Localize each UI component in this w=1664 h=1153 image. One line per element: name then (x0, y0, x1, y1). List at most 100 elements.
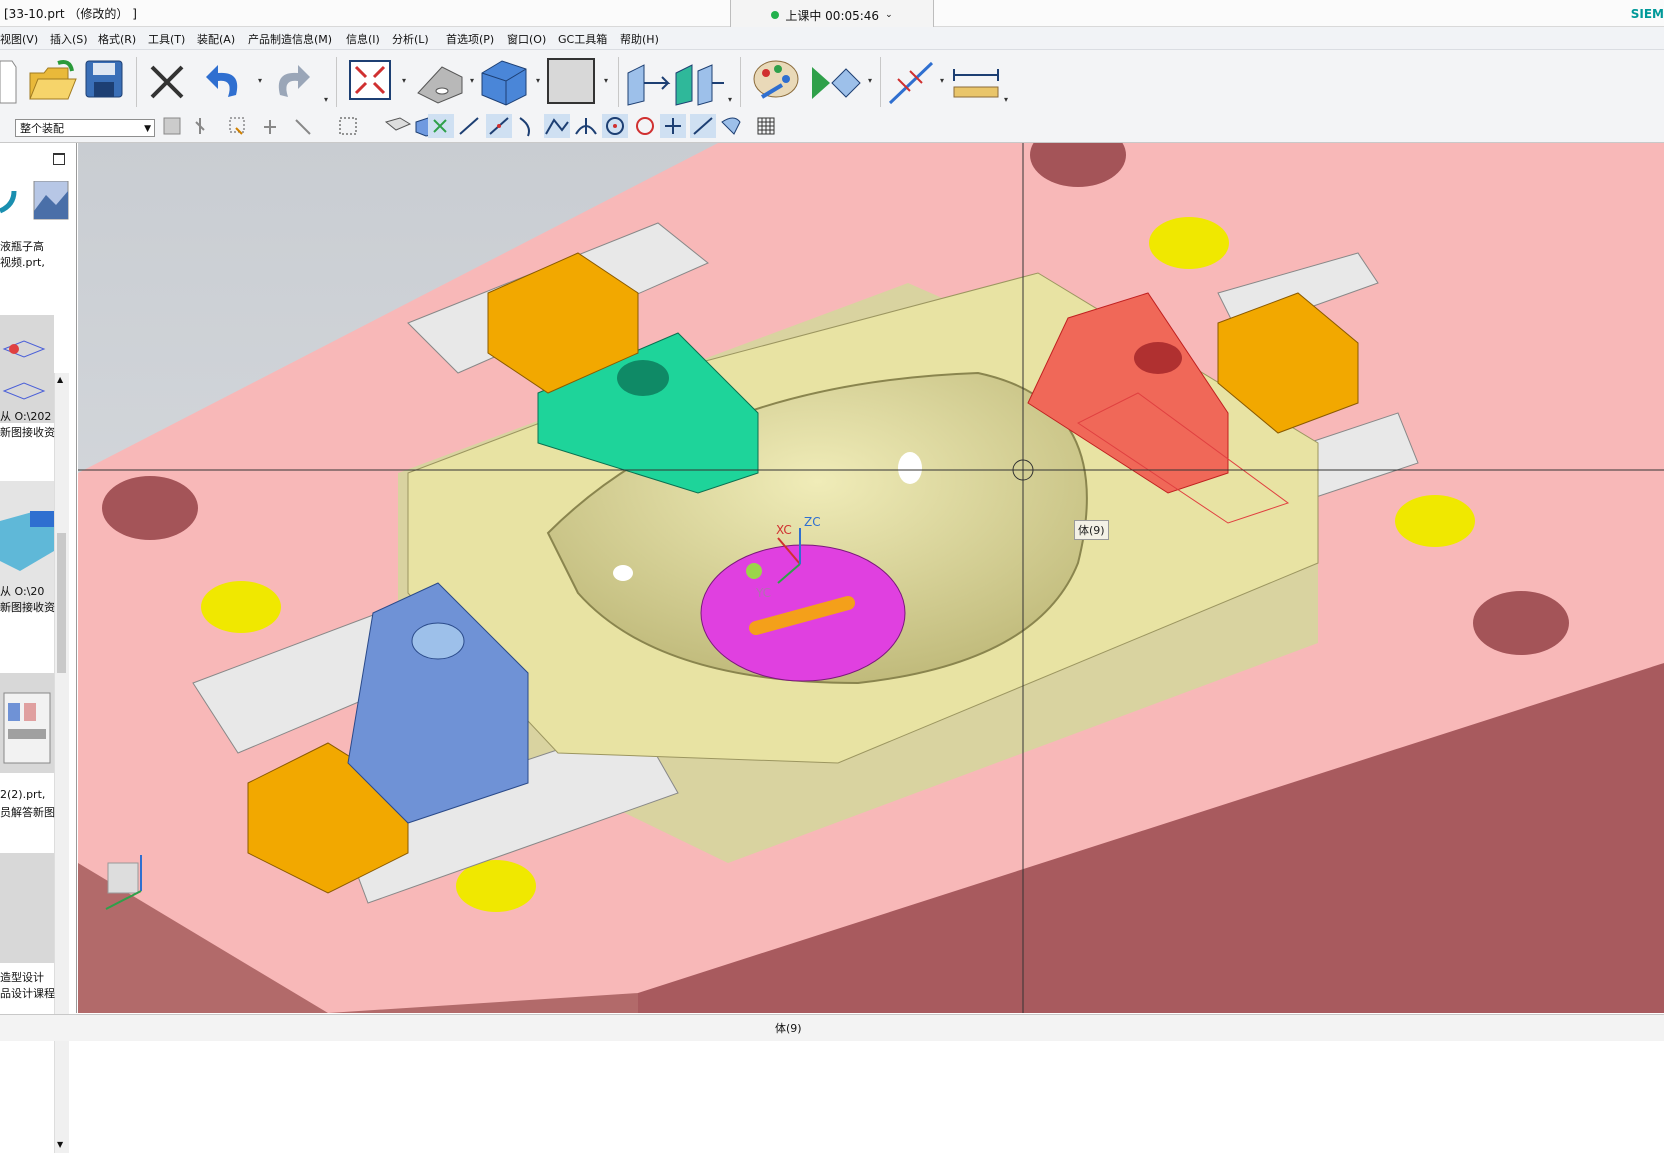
grid-icon[interactable] (757, 117, 775, 135)
save-icon[interactable] (85, 60, 123, 98)
history-thumb-4[interactable] (0, 673, 54, 773)
zc-label: ZC (804, 515, 821, 529)
model-view[interactable]: XC ZC YC (78, 143, 1664, 1013)
snap-midpoint-icon[interactable] (486, 114, 512, 138)
status-text: 体(9) (775, 1022, 802, 1035)
menu-bar: 视图(V) 插入(S) 格式(R) 工具(T) 装配(A) 产品制造信息(M) … (0, 27, 1664, 50)
svg-text:▾: ▾ (258, 76, 262, 85)
history-thumb-5[interactable] (0, 853, 54, 963)
svg-text:▾: ▾ (324, 95, 328, 104)
scroll-up-icon[interactable]: ▲ (57, 375, 63, 384)
guide-hole[interactable] (1473, 591, 1569, 655)
redo-icon[interactable] (278, 65, 310, 97)
screw-cap[interactable] (1149, 217, 1229, 269)
window-title: [33-10.prt （修改的） ] (4, 7, 137, 21)
show-hide-icon[interactable] (812, 67, 861, 99)
measure-icon[interactable] (953, 69, 999, 98)
part-hole (613, 565, 633, 581)
history-thumbs (0, 181, 69, 220)
part-hole (898, 452, 922, 484)
menu-analysis[interactable]: 分析(L) (392, 31, 429, 47)
history-thumb-icon[interactable] (0, 190, 17, 214)
toolbar-icons: ▾ ▾ ▾ ▾ ▾ ▾ ▾ ▾ ▾ ▾ (0, 57, 1008, 107)
chevron-down-icon: ⌄ (885, 10, 893, 20)
menu-tools[interactable]: 工具(T) (148, 31, 185, 47)
ejector-pin (746, 563, 762, 579)
svg-text:▾: ▾ (868, 76, 872, 85)
snap-face-icon[interactable] (721, 117, 741, 135)
undo-icon[interactable] (206, 65, 238, 97)
resource-navigator: ▲ ▼ 液瓶子高 视频.prt, 从 O:\202 新图接收资 从 O:\20 … (0, 143, 77, 1153)
shaded-icon[interactable] (481, 60, 527, 106)
history-thumb-2[interactable] (0, 315, 54, 423)
recording-dot-icon (771, 11, 780, 19)
orient-icon[interactable] (627, 64, 671, 106)
screw-cap[interactable] (1395, 495, 1475, 547)
delete-icon[interactable] (150, 65, 184, 99)
edit-object-icon[interactable] (753, 60, 799, 99)
menu-pmi[interactable]: 产品制造信息(M) (248, 31, 332, 47)
snap-point-icon[interactable] (660, 114, 686, 138)
history-item-3-line1[interactable]: 从 O:\20 (0, 583, 44, 599)
history-item-4-line2[interactable]: 员解答新图 (0, 804, 55, 820)
menu-help[interactable]: 帮助(H) (620, 31, 659, 47)
menu-format[interactable]: 格式(R) (98, 31, 136, 47)
menu-insert[interactable]: 插入(S) (50, 31, 88, 47)
scroll-down-icon[interactable]: ▼ (57, 1140, 63, 1149)
svg-text:▾: ▾ (604, 76, 608, 85)
snap-curve-icon[interactable] (519, 117, 530, 137)
graphics-viewport[interactable]: XC ZC YC 体(9) (78, 143, 1664, 1013)
history-item-3-line2[interactable]: 新图接收资 (0, 599, 55, 615)
history-item-5-line1[interactable]: 造型设计 (0, 969, 44, 985)
snap-quadrant-icon[interactable] (636, 117, 654, 135)
face-icon[interactable] (384, 117, 412, 131)
select-feature-icon[interactable] (229, 117, 245, 135)
svg-text:▾: ▾ (728, 95, 732, 104)
svg-text:▾: ▾ (1004, 95, 1008, 104)
history-item-5-line2[interactable]: 品设计课程 (0, 985, 55, 1001)
menu-preferences[interactable]: 首选项(P) (446, 31, 494, 47)
svg-text:▾: ▾ (536, 76, 540, 85)
selection-scope-dropdown[interactable]: 整个装配 ▼ (15, 119, 155, 137)
fit-icon[interactable] (349, 60, 391, 100)
view-icon[interactable] (675, 64, 724, 106)
slider-hole (1134, 342, 1182, 374)
snap-control-icon[interactable] (544, 114, 570, 138)
history-item-2-line1[interactable]: 从 O:\202 (0, 408, 51, 424)
open-icon[interactable] (29, 60, 77, 100)
recording-timer: 上课中 00:05:46 (785, 8, 880, 23)
menu-window[interactable]: 窗口(O) (507, 31, 546, 47)
history-item-4-line1[interactable]: 2(2).prt, (0, 788, 45, 801)
history-item-2-line2[interactable]: 新图接收资 (0, 424, 55, 440)
wire-icon[interactable] (417, 66, 463, 104)
menu-gc-toolbox[interactable]: GC工具箱 (558, 31, 607, 47)
menu-info[interactable]: 信息(I) (346, 31, 380, 47)
scroll-thumb[interactable] (57, 533, 66, 673)
snap-center-icon[interactable] (602, 114, 628, 138)
select-arrow-icon[interactable] (195, 118, 205, 134)
screw-cap[interactable] (201, 581, 281, 633)
snap-tangent-icon[interactable] (575, 118, 597, 135)
background-icon[interactable] (547, 58, 595, 104)
menu-view[interactable]: 视图(V) (0, 31, 38, 47)
history-thumb-landscape-icon[interactable] (33, 181, 69, 220)
history-item-1-line2[interactable]: 视频.prt, (0, 254, 45, 270)
slider-hole (617, 360, 669, 396)
select-point-icon[interactable] (264, 120, 276, 134)
yc-label: YC (755, 586, 771, 600)
maximize-icon[interactable] (53, 153, 65, 165)
assembly-filter-icon[interactable] (163, 117, 181, 135)
rectangle-select-icon[interactable] (339, 117, 357, 135)
snap-endpoint-icon[interactable] (428, 114, 454, 138)
svg-text:▾: ▾ (470, 76, 474, 85)
guide-hole[interactable] (102, 476, 198, 540)
menu-assembly[interactable]: 装配(A) (197, 31, 235, 47)
select-body-icon[interactable] (295, 119, 311, 135)
new-icon[interactable] (0, 60, 17, 104)
xc-label: XC (776, 523, 792, 537)
history-item-1-line1[interactable]: 液瓶子高 (0, 238, 44, 254)
wcs-icon[interactable] (888, 61, 934, 105)
snap-line-icon[interactable] (459, 117, 479, 135)
snap-onpoint-icon[interactable] (690, 114, 716, 138)
svg-text:▾: ▾ (402, 76, 406, 85)
